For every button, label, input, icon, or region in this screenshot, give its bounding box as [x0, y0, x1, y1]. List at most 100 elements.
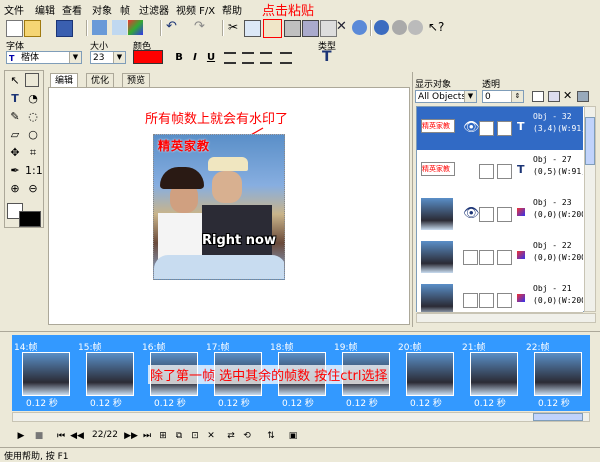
eye-icon[interactable]: 👁: [463, 120, 480, 135]
object-row[interactable]: 👁 Obj - 23(0,0)(W:200,H:: [417, 193, 583, 237]
play-icon[interactable]: ▶: [14, 430, 28, 442]
palette-icon[interactable]: [128, 20, 143, 35]
eyedropper-tool-icon[interactable]: ✒: [7, 163, 23, 179]
timeline-frame[interactable]: 21:帧 0.12 秒: [460, 338, 524, 409]
align-justify-icon[interactable]: [280, 52, 292, 64]
save-icon[interactable]: [56, 20, 73, 37]
timeline-frame[interactable]: 14:帧 0.12 秒: [12, 338, 76, 409]
foreground-color-swatch[interactable]: [19, 211, 41, 227]
object-row[interactable]: 精英家教 👁 T Obj - 32(3,4)(W:91,H:2: [417, 107, 583, 151]
menu-edit[interactable]: 编辑: [35, 2, 55, 17]
brush-tool-icon[interactable]: ✎: [7, 109, 23, 125]
eye-icon[interactable]: 👁: [463, 206, 480, 221]
import-icon[interactable]: [92, 20, 107, 35]
timeline-frame[interactable]: 20:帧 0.12 秒: [396, 338, 460, 409]
frame-icon[interactable]: [284, 20, 301, 37]
timeline-frame[interactable]: 15:帧 0.12 秒: [76, 338, 140, 409]
duplicate-icon[interactable]: [320, 20, 337, 37]
swap-frames-icon[interactable]: ⇅: [264, 430, 278, 442]
next-frame-icon[interactable]: ▶▶: [124, 430, 138, 442]
paste-icon[interactable]: [263, 19, 282, 38]
export-icon[interactable]: [112, 20, 127, 35]
align-center-icon[interactable]: [242, 52, 254, 64]
new-object-icon[interactable]: [532, 91, 544, 102]
menu-filter[interactable]: 过滤器: [139, 2, 169, 17]
browser-preview-icon[interactable]: [374, 20, 389, 35]
zoom-in-icon[interactable]: ⊕: [7, 181, 23, 197]
align-left-icon[interactable]: [224, 52, 236, 64]
menu-frame[interactable]: 帧: [120, 2, 130, 17]
frame-image[interactable]: 精英家教 Right now: [153, 134, 285, 280]
object-row[interactable]: Obj - 22(0,0)(W:200,H:: [417, 236, 583, 280]
delete-object-icon[interactable]: ✕: [563, 89, 572, 102]
text-tool-icon[interactable]: T: [7, 91, 23, 107]
lock-checkbox[interactable]: [479, 121, 494, 136]
copy-frame-icon[interactable]: ⧉: [172, 430, 186, 442]
delete-frame-icon[interactable]: ✕: [204, 430, 218, 442]
chevron-down-icon[interactable]: ▼: [69, 52, 81, 63]
last-frame-icon[interactable]: ⏭: [140, 430, 154, 442]
spinner-icon[interactable]: ⇕: [511, 91, 523, 102]
bold-button[interactable]: B: [172, 51, 186, 65]
merge-checkbox[interactable]: [497, 121, 512, 136]
lock-checkbox[interactable]: [479, 164, 494, 179]
ellipse-tool-icon[interactable]: ○: [25, 127, 41, 143]
context-help-icon[interactable]: ↖?: [428, 20, 444, 35]
merge-checkbox[interactable]: [497, 164, 512, 179]
tab-edit[interactable]: 编辑: [50, 73, 79, 88]
size-select[interactable]: 23 ▼: [90, 51, 126, 64]
crop-tool-icon[interactable]: ⌗: [25, 145, 41, 161]
visible-checkbox[interactable]: [463, 250, 478, 265]
lock-checkbox[interactable]: [479, 250, 494, 265]
move-tool-icon[interactable]: ✥: [7, 145, 23, 161]
eraser-tool-icon[interactable]: ▱: [7, 127, 23, 143]
stop-icon[interactable]: [408, 20, 423, 35]
merge-checkbox[interactable]: [497, 293, 512, 308]
menu-view[interactable]: 查看: [62, 2, 82, 17]
copy-icon[interactable]: [244, 20, 261, 37]
undo-icon[interactable]: ↶: [166, 20, 181, 35]
reverse-frames-icon[interactable]: ⇄: [224, 430, 238, 442]
object-row[interactable]: 精英家教 T Obj - 27(0,5)(W:91,H:2: [417, 150, 583, 194]
menu-file[interactable]: 文件: [4, 2, 24, 17]
first-frame-icon[interactable]: ⏮: [54, 430, 68, 442]
object-properties-icon[interactable]: [577, 91, 589, 102]
objects-filter-select[interactable]: All Objects ▼: [415, 90, 477, 103]
tab-optimize[interactable]: 优化: [86, 73, 115, 88]
visible-checkbox[interactable]: [463, 293, 478, 308]
actual-size-icon[interactable]: 1:1: [25, 163, 43, 179]
text-color-swatch[interactable]: [133, 50, 163, 64]
prev-frame-icon[interactable]: ◀◀: [70, 430, 84, 442]
timeline-scrollbar[interactable]: [12, 412, 590, 422]
open-folder-icon[interactable]: [24, 20, 41, 37]
timeline-frame[interactable]: 22:帧 0.12 秒: [524, 338, 588, 409]
scroll-thumb[interactable]: [533, 413, 583, 421]
chevron-down-icon[interactable]: ▼: [113, 52, 125, 63]
new-file-icon[interactable]: [6, 20, 23, 37]
record-icon[interactable]: [392, 20, 407, 35]
select-rect-icon[interactable]: [25, 73, 39, 87]
stop-icon[interactable]: ■: [32, 430, 46, 442]
copy-object-icon[interactable]: [548, 91, 560, 102]
globe-icon[interactable]: [352, 20, 367, 35]
opacity-input[interactable]: 0 ⇕: [482, 90, 524, 103]
text-type-icon[interactable]: T: [322, 49, 336, 65]
objects-scrollbar[interactable]: [584, 106, 596, 312]
italic-button[interactable]: I: [188, 51, 202, 65]
lock-checkbox[interactable]: [479, 207, 494, 222]
merge-checkbox[interactable]: [497, 250, 512, 265]
chevron-down-icon[interactable]: ▼: [464, 91, 476, 102]
pointer-tool-icon[interactable]: ↖: [7, 73, 23, 89]
shape-tool-icon[interactable]: ◔: [25, 91, 41, 107]
insert-frame-icon[interactable]: ⊡: [188, 430, 202, 442]
screenshot-icon[interactable]: [302, 20, 319, 37]
underline-button[interactable]: U: [204, 51, 218, 65]
align-right-icon[interactable]: [260, 52, 272, 64]
scroll-thumb[interactable]: [585, 117, 595, 165]
menu-video-fx[interactable]: 视频 F/X: [176, 2, 215, 17]
lasso-tool-icon[interactable]: ◌: [25, 109, 41, 125]
zoom-out-icon[interactable]: ⊖: [25, 181, 41, 197]
redo-icon[interactable]: ↷: [194, 20, 209, 35]
frame-properties-icon[interactable]: ▣: [286, 430, 300, 442]
font-select[interactable]: T 楷体 ▼: [6, 51, 82, 64]
